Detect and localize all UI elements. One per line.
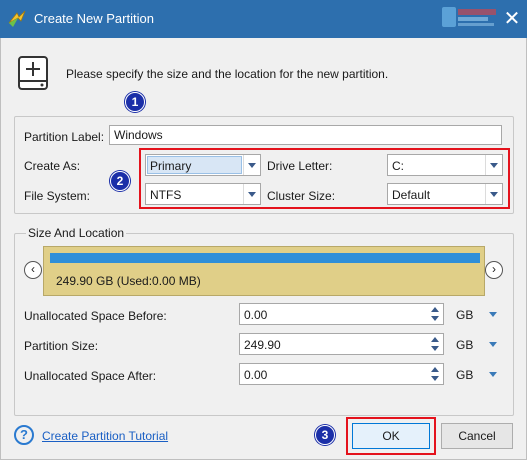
partition-usage-bar bbox=[50, 253, 480, 263]
space-before-value: 0.00 bbox=[244, 308, 268, 322]
partition-size-unit-dropdown[interactable] bbox=[487, 337, 499, 351]
drive-letter-select[interactable]: C: bbox=[387, 154, 503, 176]
space-after-input[interactable]: 0.00 bbox=[239, 363, 444, 385]
intro-text: Please specify the size and the location… bbox=[66, 67, 389, 81]
space-after-value: 0.00 bbox=[244, 368, 268, 382]
partition-size-label: Partition Size: bbox=[24, 339, 99, 353]
partition-label-label: Partition Label: bbox=[24, 130, 105, 144]
space-after-unit: GB bbox=[456, 368, 474, 382]
partition-size-input[interactable]: 249.90 bbox=[239, 333, 444, 355]
next-arrow-icon: › bbox=[492, 262, 496, 276]
space-before-unit: GB bbox=[456, 308, 474, 322]
spin-down-icon[interactable] bbox=[428, 344, 443, 354]
drive-letter-value: C: bbox=[392, 159, 404, 173]
close-button[interactable]: ✕ bbox=[498, 4, 526, 34]
create-as-value: Primary bbox=[150, 159, 192, 173]
tutorial-link[interactable]: Create Partition Tutorial bbox=[42, 429, 168, 443]
file-system-label: File System: bbox=[24, 189, 91, 203]
watermark-logo bbox=[442, 7, 496, 27]
ok-button[interactable]: OK bbox=[352, 423, 430, 449]
chevron-down-icon bbox=[243, 155, 260, 175]
space-before-unit-dropdown[interactable] bbox=[487, 307, 499, 321]
space-after-unit-dropdown[interactable] bbox=[487, 367, 499, 381]
disk-add-icon bbox=[18, 56, 48, 90]
create-as-label: Create As: bbox=[24, 159, 81, 173]
step-badge-2: 2 bbox=[110, 171, 130, 191]
cancel-button[interactable]: Cancel bbox=[441, 423, 513, 449]
cluster-size-value: Default bbox=[392, 188, 431, 202]
partition-size-unit: GB bbox=[456, 338, 474, 352]
partition-label-value: Windows bbox=[114, 128, 163, 142]
close-icon: ✕ bbox=[503, 8, 521, 30]
prev-arrow-icon: ‹ bbox=[31, 262, 35, 276]
prev-partition-button[interactable]: ‹ bbox=[24, 261, 42, 279]
next-partition-button[interactable]: › bbox=[485, 261, 503, 279]
cluster-size-select[interactable]: Default bbox=[387, 183, 503, 205]
title-bar: Create New Partition ✕ bbox=[0, 0, 527, 38]
size-location-legend: Size And Location bbox=[26, 226, 127, 240]
create-as-select[interactable]: Primary bbox=[145, 154, 261, 176]
file-system-value: NTFS bbox=[150, 188, 182, 202]
cluster-size-label: Cluster Size: bbox=[267, 189, 336, 203]
window-title: Create New Partition bbox=[34, 11, 154, 26]
chevron-down-icon bbox=[243, 184, 260, 204]
step-badge-3: 3 bbox=[315, 425, 335, 445]
help-icon[interactable]: ? bbox=[14, 425, 34, 445]
chevron-down-icon bbox=[485, 184, 502, 204]
spin-up-icon[interactable] bbox=[428, 364, 443, 374]
spin-up-icon[interactable] bbox=[428, 334, 443, 344]
partition-label-input[interactable]: Windows bbox=[109, 125, 502, 145]
space-before-input[interactable]: 0.00 bbox=[239, 303, 444, 325]
spin-up-icon[interactable] bbox=[428, 304, 443, 314]
spin-down-icon[interactable] bbox=[428, 314, 443, 324]
space-after-label: Unallocated Space After: bbox=[24, 369, 157, 383]
partition-map-block[interactable]: 249.90 GB (Used:0.00 MB) bbox=[43, 246, 485, 296]
file-system-select[interactable]: NTFS bbox=[145, 183, 261, 205]
spin-down-icon[interactable] bbox=[428, 374, 443, 384]
partition-caption: 249.90 GB (Used:0.00 MB) bbox=[56, 274, 201, 288]
step-badge-1: 1 bbox=[125, 92, 145, 112]
space-before-label: Unallocated Space Before: bbox=[24, 309, 167, 323]
chevron-down-icon bbox=[485, 155, 502, 175]
app-icon bbox=[8, 10, 26, 27]
partition-size-value: 249.90 bbox=[244, 338, 281, 352]
drive-letter-label: Drive Letter: bbox=[267, 159, 333, 173]
